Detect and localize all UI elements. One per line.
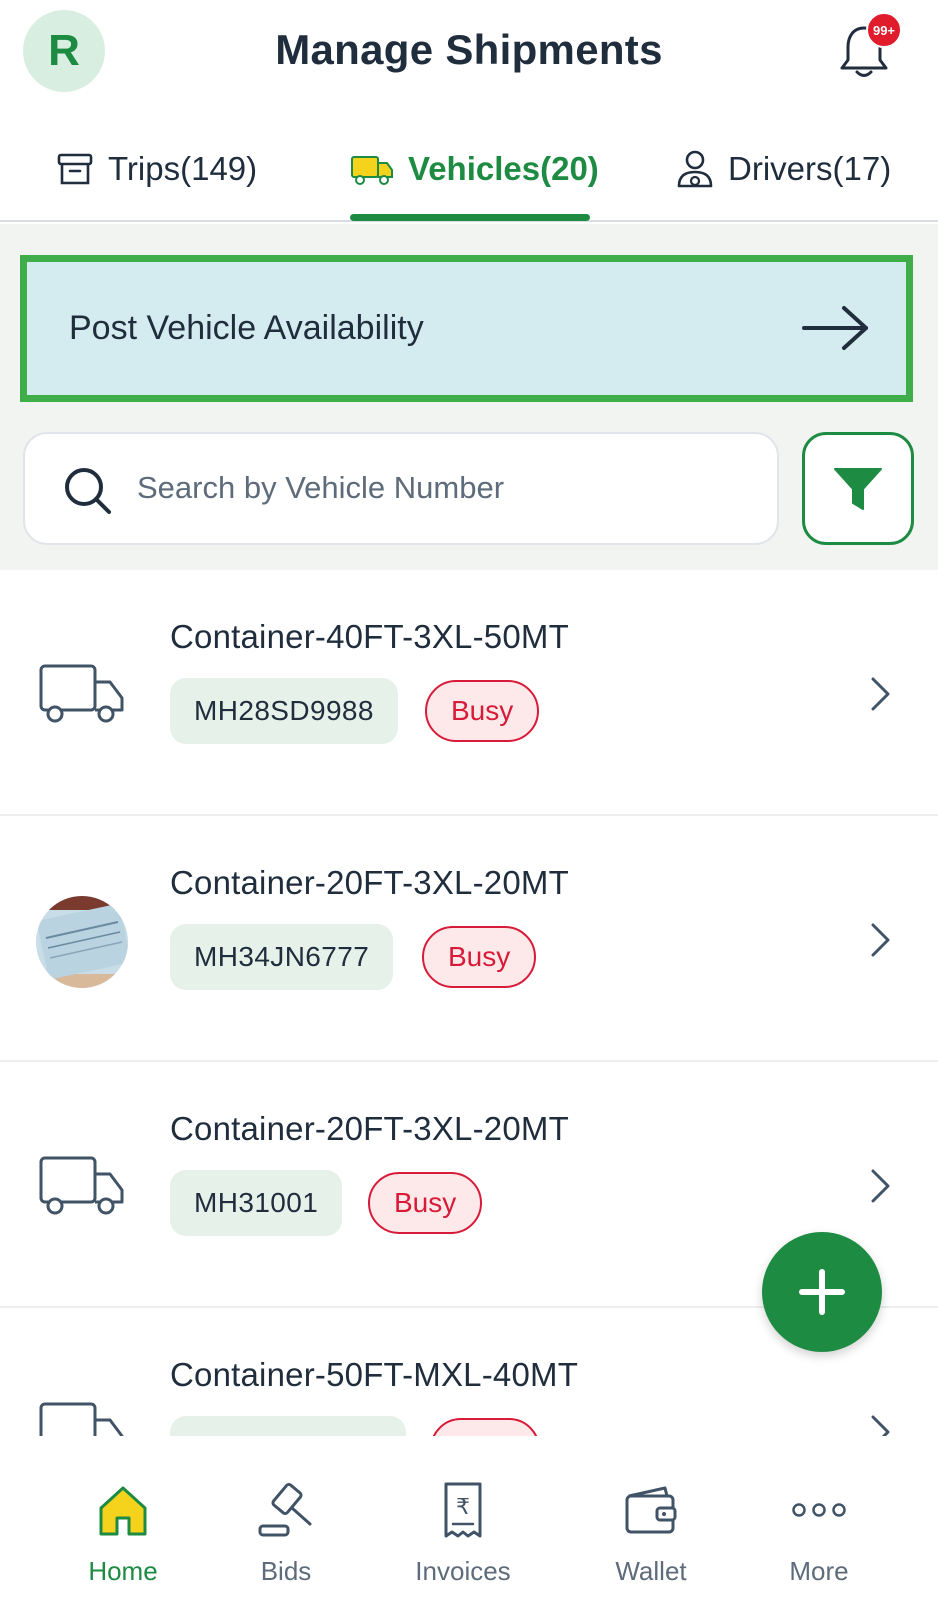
status-badge: Busy [425, 680, 540, 742]
nav-home-label: Home [88, 1556, 158, 1586]
notification-badge: 99+ [866, 12, 902, 48]
nav-wallet-label: Wallet [615, 1556, 687, 1586]
add-vehicle-button[interactable] [762, 1232, 882, 1352]
vehicle-row[interactable]: Container-20FT-3XL-20MT MH34JN6777 Busy [0, 816, 938, 1062]
app-header: R Manage Shipments 99+ [0, 0, 938, 110]
nav-invoices[interactable]: ₹ Invoices [388, 1436, 538, 1600]
vehicle-row[interactable]: Container-40FT-3XL-50MT MH28SD9988 Busy [0, 570, 938, 816]
search-icon [65, 468, 111, 514]
driver-icon [677, 150, 713, 188]
home-icon [99, 1486, 147, 1536]
truck-icon [39, 664, 124, 723]
vehicle-plate: MH28SD9988 [170, 678, 398, 744]
chevron-right-icon [871, 1415, 890, 1436]
invoice-icon: ₹ [444, 1482, 482, 1538]
filter-icon [834, 467, 882, 510]
more-icon [792, 1503, 846, 1517]
nav-bids[interactable]: Bids [211, 1436, 361, 1600]
tab-vehicles[interactable]: Vehicles(20) [350, 118, 599, 220]
vehicle-plate: MH31001 [170, 1170, 343, 1236]
nav-bids-label: Bids [260, 1556, 312, 1586]
tab-trips-label: Trips(149) [108, 150, 258, 187]
tab-vehicles-label: Vehicles(20) [408, 150, 599, 187]
post-vehicle-availability-button[interactable]: Post Vehicle Availability [20, 255, 913, 402]
status-badge [430, 1418, 540, 1436]
truck-icon [39, 1156, 124, 1215]
arrow-right-icon [802, 306, 868, 350]
search-input[interactable]: Search by Vehicle Number [23, 432, 779, 545]
vehicle-name: Container-50FT-MXL-40MT [170, 1356, 579, 1393]
truck-icon [39, 1402, 124, 1436]
gavel-icon [258, 1482, 312, 1537]
chevron-right-icon [871, 677, 890, 711]
vehicle-name: Container-20FT-3XL-20MT [170, 1110, 569, 1147]
archive-box-icon [57, 153, 93, 185]
svg-text:₹: ₹ [456, 1495, 470, 1520]
vehicle-name: Container-20FT-3XL-20MT [170, 864, 569, 901]
vehicle-plate: MH34JN6777 [170, 924, 394, 990]
tab-bar: Trips(149) Vehicles(20) Drivers(17) [0, 118, 938, 222]
search-placeholder: Search by Vehicle Number [137, 470, 505, 505]
active-tab-indicator [350, 214, 590, 221]
vehicle-name: Container-40FT-3XL-50MT [170, 618, 569, 655]
page-title: Manage Shipments [275, 26, 663, 73]
nav-more[interactable]: More [744, 1436, 894, 1600]
nav-more-label: More [789, 1556, 849, 1586]
nav-home[interactable]: Home [48, 1436, 198, 1600]
status-badge: Busy [368, 1172, 483, 1234]
tab-drivers-label: Drivers(17) [728, 150, 892, 187]
post-vehicle-availability-label: Post Vehicle Availability [69, 309, 424, 347]
vehicle-plate [170, 1416, 406, 1436]
tab-trips[interactable]: Trips(149) [56, 118, 257, 220]
bottom-nav: Home Bids ₹ Invoices Wallet More [0, 1436, 938, 1600]
wallet-icon [625, 1486, 677, 1534]
truck-icon [351, 156, 393, 185]
tab-drivers[interactable]: Drivers(17) [676, 118, 891, 220]
status-badge: Busy [422, 926, 537, 988]
vehicle-photo [36, 896, 128, 988]
nav-invoices-label: Invoices [415, 1556, 511, 1586]
plus-icon [799, 1269, 845, 1315]
nav-wallet[interactable]: Wallet [576, 1436, 726, 1600]
filter-button[interactable] [802, 432, 914, 545]
chevron-right-icon [871, 923, 890, 957]
chevron-right-icon [871, 1169, 890, 1203]
